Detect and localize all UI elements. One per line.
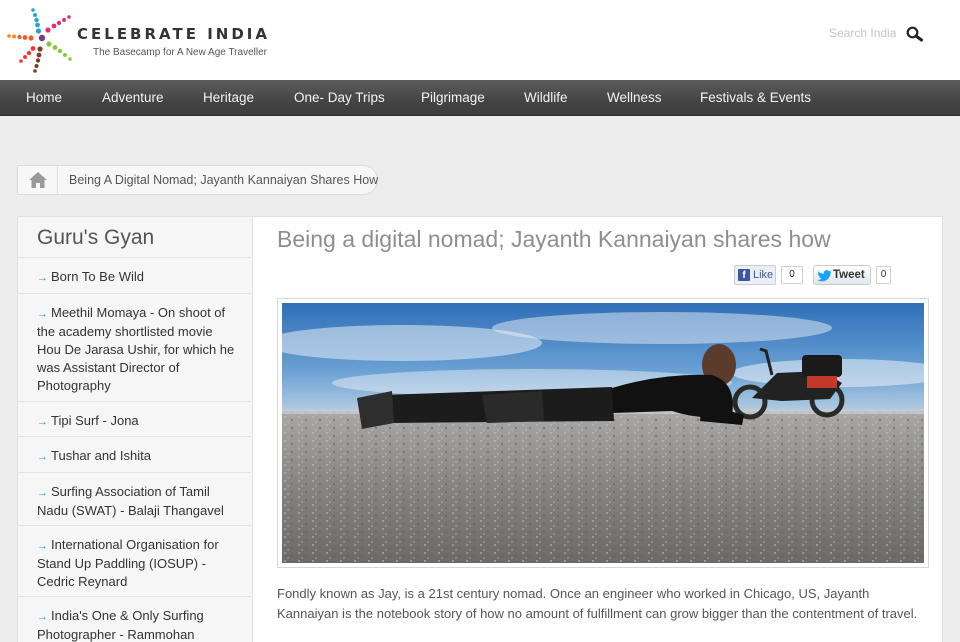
arrow-right-icon: → bbox=[37, 451, 48, 463]
article-container: Being a digital nomad; Jayanth Kannaiyan… bbox=[252, 216, 943, 642]
sidebar-item-label[interactable]: International Organisation for Stand Up … bbox=[37, 537, 219, 589]
like-label: Like bbox=[753, 269, 774, 281]
like-count: 0 bbox=[781, 266, 803, 284]
site-header: CELEBRATE INDIA The Basecamp for A New A… bbox=[0, 0, 960, 80]
sidebar-item[interactable]: → India's One & Only Surfing Photographer… bbox=[18, 596, 251, 642]
arrow-right-icon: → bbox=[37, 487, 48, 499]
search-input[interactable] bbox=[829, 24, 901, 42]
sidebar-item[interactable]: → Tipi Surf - Jona bbox=[18, 401, 251, 436]
home-icon bbox=[29, 172, 47, 188]
sidebar-item[interactable]: → Meethil Momaya - On shoot of the academ… bbox=[18, 293, 251, 401]
tweet-count: 0 bbox=[876, 266, 891, 284]
sidebar-item-label[interactable]: India's One & Only Surfing Photographer … bbox=[37, 608, 204, 642]
nav-item-wildlife[interactable]: Wildlife bbox=[524, 80, 568, 116]
arrow-right-icon: → bbox=[37, 540, 48, 552]
sidebar-item-label[interactable]: Meethil Momaya - On shoot of the academy… bbox=[37, 305, 234, 393]
search-box bbox=[829, 24, 929, 44]
nav-item-heritage[interactable]: Heritage bbox=[203, 80, 254, 116]
sidebar-item-label[interactable]: Tipi Surf - Jona bbox=[51, 413, 139, 428]
tweet-label: Tweet bbox=[833, 269, 865, 281]
arrow-right-icon: → bbox=[37, 416, 48, 428]
breadcrumb: Being A Digital Nomad; Jayanth Kannaiyan… bbox=[17, 165, 378, 195]
article-photo-frame bbox=[277, 298, 929, 568]
breadcrumb-home-link[interactable] bbox=[18, 166, 58, 194]
article-photo bbox=[282, 303, 924, 563]
sidebar-item[interactable]: → Born To Be Wild bbox=[18, 257, 251, 293]
tweet-button[interactable]: Tweet bbox=[813, 265, 871, 285]
sidebar-item[interactable]: → International Organisation for Stand Up… bbox=[18, 525, 251, 596]
nav-item-pilgrimage[interactable]: Pilgrimage bbox=[421, 80, 485, 116]
sidebar-title: Guru's Gyan bbox=[37, 226, 155, 249]
twitter-bird-icon bbox=[818, 270, 832, 282]
magnifier-icon[interactable] bbox=[905, 25, 925, 45]
facebook-like-button[interactable]: f Like bbox=[734, 265, 776, 285]
arrow-right-icon: → bbox=[37, 308, 48, 320]
nav-item-wellness[interactable]: Wellness bbox=[607, 80, 662, 116]
facebook-icon: f bbox=[738, 269, 750, 281]
sidebar-item-label[interactable]: Tushar and Ishita bbox=[51, 448, 151, 463]
starburst-logo-icon[interactable] bbox=[6, 4, 76, 74]
sidebar-item[interactable]: → Tushar and Ishita bbox=[18, 436, 251, 472]
sidebar: Guru's Gyan → Born To Be Wild → Meethil Mo… bbox=[17, 216, 252, 642]
sidebar-item[interactable]: → Surfing Association of Tamil Nadu (SWAT… bbox=[18, 472, 251, 525]
brand-name[interactable]: CELEBRATE INDIA bbox=[77, 25, 270, 43]
arrow-right-icon: → bbox=[37, 272, 48, 284]
breadcrumb-current: Being A Digital Nomad; Jayanth Kannaiyan… bbox=[69, 173, 379, 187]
nav-item-festivals-events[interactable]: Festivals & Events bbox=[700, 80, 811, 116]
sidebar-item-label[interactable]: Surfing Association of Tamil Nadu (SWAT)… bbox=[37, 484, 224, 518]
article-title: Being a digital nomad; Jayanth Kannaiyan… bbox=[277, 226, 831, 252]
nav-item-adventure[interactable]: Adventure bbox=[102, 80, 164, 116]
brand-tagline: The Basecamp for A New Age Traveller bbox=[93, 47, 267, 58]
man-and-motorcycle-photo bbox=[282, 303, 924, 563]
arrow-right-icon: → bbox=[37, 611, 48, 623]
nav-item-home[interactable]: Home bbox=[26, 80, 62, 116]
main-navigation: Home Adventure Heritage One- Day Trips P… bbox=[0, 80, 960, 116]
nav-item-one-day-trips[interactable]: One- Day Trips bbox=[294, 80, 385, 116]
sidebar-item-label[interactable]: Born To Be Wild bbox=[51, 269, 144, 284]
article-body: Fondly known as Jay, is a 21st century n… bbox=[277, 586, 918, 621]
